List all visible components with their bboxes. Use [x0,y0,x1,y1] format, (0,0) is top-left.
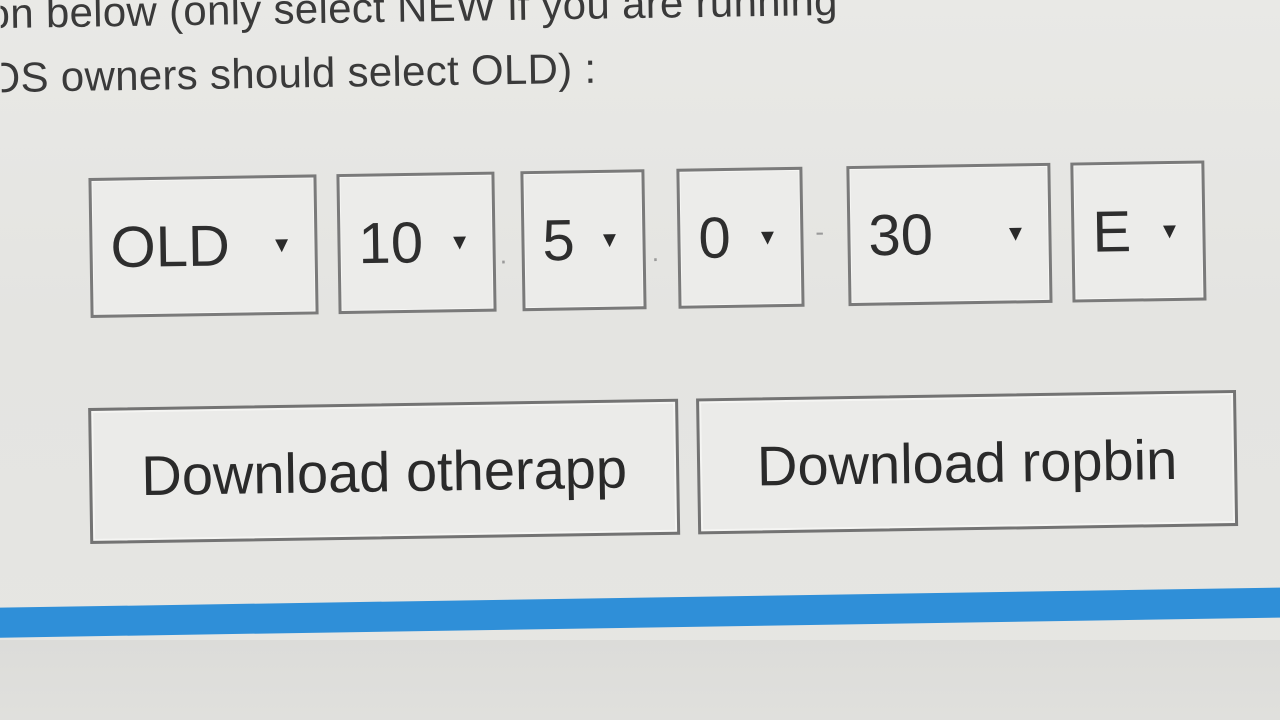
nver-select[interactable]: 30 ▼ [846,162,1053,307]
chevron-down-icon: ▼ [1158,217,1181,244]
version-dash-separator: - [815,216,825,247]
chevron-down-icon: ▼ [448,229,471,255]
chevron-down-icon: ▼ [1004,220,1027,246]
version-select-row: OLD ▼ 10 ▼ . 5 ▼ . 0 ▼ - 30 ▼ E ▼ [88,132,1221,330]
instructions-text: on below (only select NEW if you are run… [0,0,1280,118]
major-version-select[interactable]: 10 ▼ [336,171,497,315]
version-dot-separator: . [651,237,660,268]
minor-version-select[interactable]: 5 ▼ [520,169,647,312]
accent-bar [0,587,1280,638]
instructions-line-1: on below (only select NEW if you are run… [0,0,839,38]
region-value: E [1091,199,1132,265]
major-version-value: 10 [357,210,424,277]
model-select[interactable]: OLD ▼ [88,174,319,318]
revision-select[interactable]: 0 ▼ [676,166,805,309]
chevron-down-icon: ▼ [598,226,621,252]
region-select[interactable]: E ▼ [1070,160,1207,303]
download-otherapp-button[interactable]: Download otherapp [88,398,681,544]
nver-value: 30 [867,202,934,269]
chevron-down-icon: ▼ [270,231,293,258]
minor-version-value: 5 [541,207,576,274]
chevron-down-icon: ▼ [756,224,779,250]
version-dot-separator: . [499,239,508,270]
download-ropbin-button[interactable]: Download ropbin [696,389,1239,535]
instructions-line-2: OS owners should select OLD) : [0,44,597,102]
download-button-row: Download otherapp Download ropbin [88,382,1250,550]
lower-area [0,640,1280,720]
revision-value: 0 [697,205,732,271]
model-select-value: OLD [110,213,231,281]
